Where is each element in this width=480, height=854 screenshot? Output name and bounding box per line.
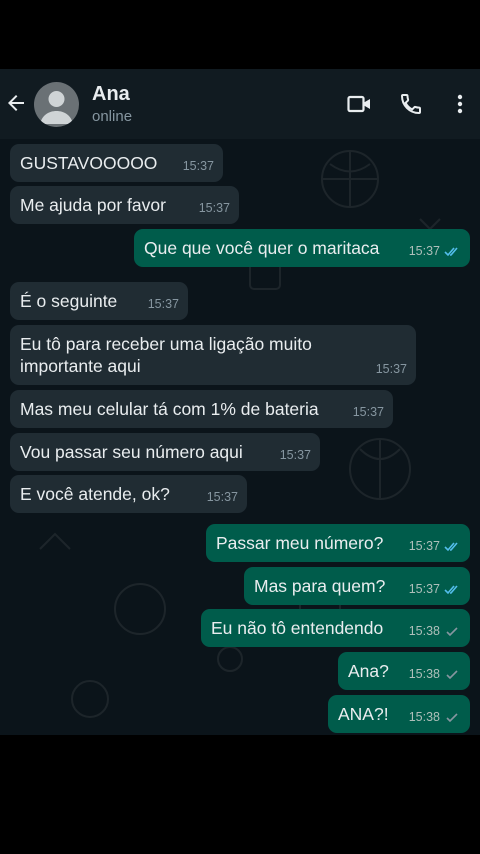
double-check-icon <box>444 541 458 551</box>
incoming-message[interactable]: GUSTAVOOOOO 15:37 <box>10 144 223 182</box>
message-time: 15:38 <box>408 710 440 724</box>
phone-icon[interactable] <box>398 92 424 116</box>
message-list[interactable]: GUSTAVOOOOO 15:37 Me ajuda por favor 15:37 Q… <box>0 139 480 735</box>
more-vert-icon[interactable] <box>447 92 473 116</box>
outgoing-message[interactable]: Passar meu número? 15:37 <box>206 524 470 562</box>
message-time: 15:37 <box>198 201 230 215</box>
message-time: 15:37 <box>408 539 440 553</box>
outgoing-message[interactable]: Mas para quem? 15:37 <box>244 567 470 605</box>
outgoing-message[interactable]: Que que você quer o maritaca 15:37 <box>134 229 470 267</box>
message-meta: 15:37 <box>199 197 230 219</box>
message-meta: 15:37 <box>353 401 384 423</box>
message-meta: 15:37 <box>207 486 238 508</box>
incoming-message[interactable]: Me ajuda por favor 15:37 <box>10 186 239 224</box>
outgoing-message[interactable]: Eu não tô entendendo 15:38 <box>201 609 470 647</box>
message-text: E você atende, ok? <box>20 484 170 504</box>
check-icon <box>446 626 458 636</box>
message-time: 15:37 <box>182 159 214 173</box>
message-meta: 15:38 <box>409 620 461 642</box>
message-text: Me ajuda por favor <box>20 195 166 215</box>
message-meta: 15:37 <box>409 535 461 557</box>
message-time: 15:38 <box>408 667 440 681</box>
incoming-message[interactable]: Mas meu celular tá com 1% de bateria 15:3… <box>10 390 393 428</box>
message-time: 15:37 <box>147 297 179 311</box>
message-time: 15:37 <box>408 244 440 258</box>
message-text: Mas meu celular tá com 1% de bateria <box>20 399 319 419</box>
incoming-message[interactable]: E você atende, ok? 15:37 <box>10 475 247 513</box>
message-meta: 15:37 <box>183 155 214 177</box>
message-text-line-2: importante aqui <box>20 356 141 376</box>
message-time: 15:37 <box>206 490 238 504</box>
incoming-message[interactable]: Eu tô para receber uma ligação muito impo… <box>10 325 416 385</box>
chat-screen: Ana online GUSTAVOOOOO 15:37 Me ajuda por … <box>0 69 480 735</box>
message-meta: 15:37 <box>376 358 407 380</box>
message-meta: 15:37 <box>409 578 461 600</box>
message-meta: 15:37 <box>148 293 179 315</box>
message-text: Eu tô para receber uma ligação muito <box>20 334 312 354</box>
message-meta: 15:38 <box>409 706 461 728</box>
outgoing-message[interactable]: Ana? 15:38 <box>338 652 470 690</box>
incoming-message[interactable]: É o seguinte 15:37 <box>10 282 188 320</box>
message-time: 15:37 <box>408 582 440 596</box>
message-time: 15:38 <box>408 624 440 638</box>
avatar[interactable] <box>34 82 79 127</box>
check-icon <box>446 712 458 722</box>
double-check-icon <box>444 584 458 594</box>
message-meta: 15:38 <box>409 663 461 685</box>
message-time: 15:37 <box>352 405 384 419</box>
outgoing-message[interactable]: ANA?! 15:38 <box>328 695 470 733</box>
contact-status: online <box>92 108 133 125</box>
chat-header: Ana online <box>0 69 480 139</box>
incoming-message[interactable]: Vou passar seu número aqui 15:37 <box>10 433 320 471</box>
double-check-icon <box>444 246 458 256</box>
message-time: 15:37 <box>279 448 311 462</box>
message-meta: 15:37 <box>280 444 311 466</box>
message-time: 15:37 <box>375 362 407 376</box>
contact-name[interactable]: Ana <box>92 83 130 106</box>
video-call-icon[interactable] <box>346 92 372 116</box>
message-meta: 15:37 <box>409 240 461 262</box>
check-icon <box>446 669 458 679</box>
message-text: Vou passar seu número aqui <box>20 442 243 462</box>
arrow-left-icon[interactable] <box>4 91 28 115</box>
